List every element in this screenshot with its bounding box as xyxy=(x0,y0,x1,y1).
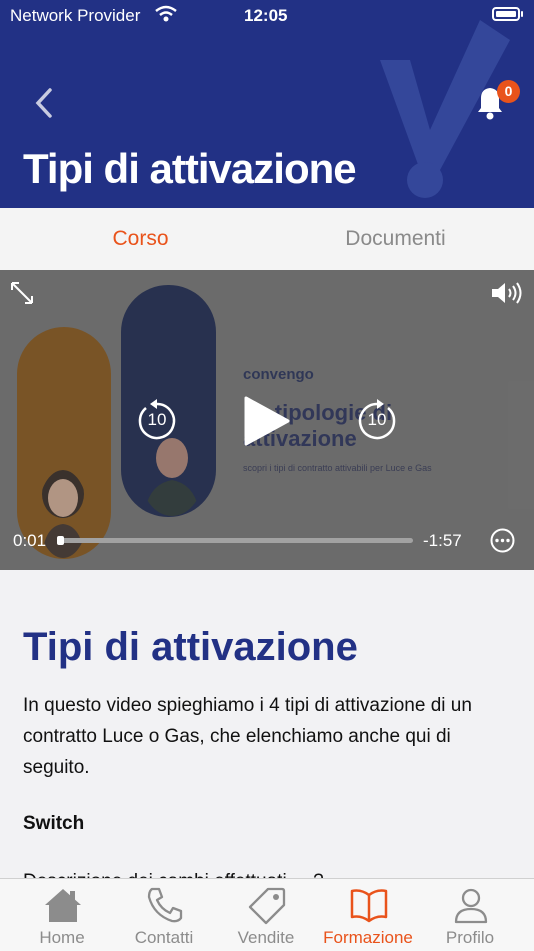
content-title: Tipi di attivazione xyxy=(23,625,358,669)
battery-icon xyxy=(492,7,520,21)
notification-badge: 0 xyxy=(497,80,520,103)
scrubber-knob[interactable] xyxy=(57,536,64,545)
skip-back-label: 10 xyxy=(147,410,167,429)
scrubber[interactable] xyxy=(59,538,413,543)
tab-vendite-label: Vendite xyxy=(237,928,295,947)
remaining-time: -1:57 xyxy=(423,531,462,550)
page-title: Tipi di attivazione xyxy=(23,145,357,192)
content-paragraph: In questo video spieghiamo i 4 tipi di a… xyxy=(23,695,472,778)
tab-corso[interactable]: Corso xyxy=(7,208,274,270)
tab-profilo[interactable]: Profilo xyxy=(417,879,523,951)
clock: 12:05 xyxy=(244,6,288,25)
battery-cap xyxy=(521,11,523,17)
content-subheading: Switch xyxy=(23,813,85,834)
header: Network Provider 12:05 0 Tipi di attivaz… xyxy=(0,0,534,208)
segment-tabs: Corso Documenti xyxy=(0,208,534,270)
skip-forward-label: 10 xyxy=(367,410,387,429)
elapsed-time: 0:01 xyxy=(13,531,47,550)
volume-icon[interactable] xyxy=(490,281,524,305)
tab-contatti-label: Contatti xyxy=(134,928,194,947)
book-icon xyxy=(350,889,388,923)
more-options-icon[interactable] xyxy=(490,528,515,553)
tab-home-label: Home xyxy=(39,928,85,947)
tab-formazione-label: Formazione xyxy=(323,928,413,947)
carrier-label: Network Provider xyxy=(10,6,141,25)
tab-formazione[interactable]: Formazione xyxy=(315,879,421,951)
fullscreen-icon[interactable] xyxy=(10,281,34,305)
bottom-tab-bar: Home Contatti Vendite Formazione Profilo xyxy=(0,878,534,951)
tab-profilo-label: Profilo xyxy=(445,928,495,947)
tab-vendite[interactable]: Vendite xyxy=(213,879,319,951)
home-icon xyxy=(45,889,81,922)
back-chevron-icon[interactable] xyxy=(30,86,60,120)
tab-documenti[interactable]: Documenti xyxy=(262,208,529,270)
tag-icon xyxy=(248,887,286,925)
play-icon[interactable] xyxy=(238,394,292,448)
person-icon xyxy=(454,888,488,924)
wifi-icon xyxy=(155,5,177,22)
phone-icon xyxy=(147,887,183,923)
tab-contatti[interactable]: Contatti xyxy=(111,879,217,951)
tab-home[interactable]: Home xyxy=(9,879,115,951)
status-bar: Network Provider 12:05 xyxy=(0,0,534,30)
